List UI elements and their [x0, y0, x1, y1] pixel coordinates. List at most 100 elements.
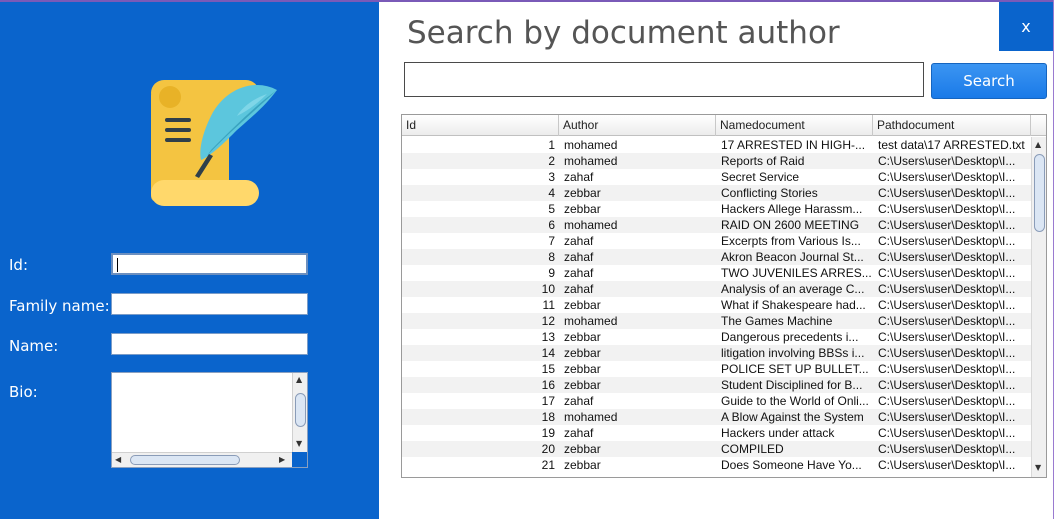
cell-id: 20 [541, 442, 555, 456]
cell-pathdocument: C:\Users\user\Desktop\I... [878, 362, 1016, 376]
close-button[interactable]: x [999, 2, 1053, 51]
cell-author: mohamed [564, 314, 618, 328]
table-scroll-down-arrow-icon[interactable]: ▼ [1035, 463, 1041, 473]
cell-id: 3 [548, 170, 555, 184]
table-row[interactable]: 7 zahaf Excerpts from Various Is... C:\User… [402, 233, 1031, 249]
family-name-field[interactable] [111, 293, 308, 315]
table-scroll-thumb[interactable] [1034, 154, 1045, 232]
table-row[interactable]: 16 zebbar Student Disciplined for B... C:\U… [402, 377, 1031, 393]
table-row[interactable]: 12 mohamed The Games Machine C:\Users\user\… [402, 313, 1031, 329]
search-button[interactable]: Search [931, 63, 1047, 99]
cell-pathdocument: C:\Users\user\Desktop\I... [878, 154, 1016, 168]
table-row[interactable]: 17 zahaf Guide to the World of Onli... C:\U… [402, 393, 1031, 409]
cell-namedocument: POLICE SET UP BULLET... [721, 362, 869, 376]
cell-pathdocument: C:\Users\user\Desktop\I... [878, 282, 1016, 296]
cell-pathdocument: C:\Users\user\Desktop\I... [878, 394, 1016, 408]
name-field[interactable] [111, 333, 308, 355]
table-row[interactable]: 20 zebbar COMPILED C:\Users\user\Desktop\I.… [402, 441, 1031, 457]
cell-author: zahaf [564, 250, 594, 264]
cell-author: zahaf [564, 426, 594, 440]
cell-id: 1 [548, 138, 555, 152]
table-row[interactable]: 1 mohamed 17 ARRESTED IN HIGH-... test data… [402, 137, 1031, 153]
cell-id: 18 [541, 410, 555, 424]
scroll-right-arrow-icon[interactable]: ▶ [279, 455, 285, 465]
table-row[interactable]: 11 zebbar What if Shakespeare had... C:\Use… [402, 297, 1031, 313]
column-header-id[interactable]: Id [402, 115, 559, 136]
bio-horizontal-scrollbar[interactable]: ◀ ▶ [112, 452, 293, 467]
cell-pathdocument: C:\Users\user\Desktop\I... [878, 234, 1016, 248]
cell-pathdocument: C:\Users\user\Desktop\I... [878, 458, 1016, 472]
scroll-down-arrow-icon[interactable]: ▼ [296, 439, 302, 449]
table-row[interactable]: 14 zebbar litigation involving BBSs i... C:… [402, 345, 1031, 361]
cell-namedocument: Student Disciplined for B... [721, 378, 863, 392]
cell-namedocument: Does Someone Have Yo... [721, 458, 862, 472]
table-row[interactable]: 5 zebbar Hackers Allege Harassm... C:\Users… [402, 201, 1031, 217]
table-row[interactable]: 21 zebbar Does Someone Have Yo... C:\Users\… [402, 457, 1031, 473]
table-row[interactable]: 8 zahaf Akron Beacon Journal St... C:\Users… [402, 249, 1031, 265]
table-row[interactable]: 2 mohamed Reports of Raid C:\Users\user\Des… [402, 153, 1031, 169]
cell-id: 7 [548, 234, 555, 248]
cell-namedocument: Conflicting Stories [721, 186, 818, 200]
cell-id: 14 [541, 346, 555, 360]
bio-textarea[interactable]: ▲ ▼ ◀ ▶ [111, 372, 308, 468]
cell-pathdocument: C:\Users\user\Desktop\I... [878, 202, 1016, 216]
cell-author: zebbar [564, 330, 601, 344]
table-vertical-scrollbar[interactable]: ▲ ▼ [1031, 137, 1046, 477]
cell-namedocument: RAID ON 2600 MEETING [721, 218, 860, 232]
table-row[interactable]: 15 zebbar POLICE SET UP BULLET... C:\Users\… [402, 361, 1031, 377]
cell-namedocument: Secret Service [721, 170, 800, 184]
bio-vertical-scrollbar[interactable]: ▲ ▼ [292, 373, 307, 453]
table-header: Id Author Namedocument Pathdocument [402, 115, 1046, 136]
cell-author: zahaf [564, 266, 594, 280]
table-row[interactable]: 9 zahaf TWO JUVENILES ARRES... C:\Users\use… [402, 265, 1031, 281]
id-label: Id: [9, 256, 28, 274]
cell-author: zebbar [564, 442, 601, 456]
cell-pathdocument: C:\Users\user\Desktop\I... [878, 378, 1016, 392]
cell-author: zebbar [564, 202, 601, 216]
bio-horizontal-scroll-thumb[interactable] [130, 455, 240, 465]
cell-namedocument: COMPILED [721, 442, 784, 456]
cell-namedocument: Excerpts from Various Is... [721, 234, 861, 248]
table-row[interactable]: 18 mohamed A Blow Against the System C:\Use… [402, 409, 1031, 425]
column-header-pathdocument[interactable]: Pathdocument [873, 115, 1031, 136]
cell-id: 9 [548, 266, 555, 280]
search-input[interactable] [404, 62, 924, 97]
cell-author: zebbar [564, 346, 601, 360]
cell-author: mohamed [564, 154, 618, 168]
cell-namedocument: litigation involving BBSs i... [721, 346, 865, 360]
table-row[interactable]: 4 zebbar Conflicting Stories C:\Users\user\… [402, 185, 1031, 201]
cell-pathdocument: C:\Users\user\Desktop\I... [878, 426, 1016, 440]
scroll-quill-logo-icon [151, 80, 277, 206]
table-row[interactable]: 3 zahaf Secret Service C:\Users\user\Deskto… [402, 169, 1031, 185]
cell-namedocument: TWO JUVENILES ARRES... [721, 266, 872, 280]
family-name-label: Family name: [9, 297, 110, 315]
cell-id: 15 [541, 362, 555, 376]
id-field[interactable] [111, 253, 308, 275]
cell-author: zebbar [564, 378, 601, 392]
cell-namedocument: Analysis of an average C... [721, 282, 865, 296]
table-row[interactable]: 13 zebbar Dangerous precedents i... C:\User… [402, 329, 1031, 345]
cell-namedocument: A Blow Against the System [721, 410, 864, 424]
cell-author: zebbar [564, 298, 601, 312]
cell-id: 2 [548, 154, 555, 168]
table-scroll-up-arrow-icon[interactable]: ▲ [1035, 140, 1041, 150]
cell-id: 12 [541, 314, 555, 328]
scroll-up-arrow-icon[interactable]: ▲ [296, 375, 302, 385]
column-header-namedocument[interactable]: Namedocument [716, 115, 873, 136]
cell-id: 5 [548, 202, 555, 216]
cell-id: 6 [548, 218, 555, 232]
cell-namedocument: The Games Machine [721, 314, 833, 328]
table-row[interactable]: 6 mohamed RAID ON 2600 MEETING C:\Users\use… [402, 217, 1031, 233]
cell-id: 17 [541, 394, 555, 408]
cell-pathdocument: C:\Users\user\Desktop\I... [878, 314, 1016, 328]
table-row[interactable]: 19 zahaf Hackers under attack C:\Users\user… [402, 425, 1031, 441]
scroll-left-arrow-icon[interactable]: ◀ [115, 455, 121, 465]
table-row[interactable]: 10 zahaf Analysis of an average C... C:\Use… [402, 281, 1031, 297]
cell-pathdocument: C:\Users\user\Desktop\I... [878, 442, 1016, 456]
cell-namedocument: Reports of Raid [721, 154, 805, 168]
name-label: Name: [9, 337, 59, 355]
table-body: 1 mohamed 17 ARRESTED IN HIGH-... test data… [402, 137, 1031, 477]
cell-pathdocument: C:\Users\user\Desktop\I... [878, 186, 1016, 200]
column-header-author[interactable]: Author [559, 115, 716, 136]
bio-vertical-scroll-thumb[interactable] [295, 393, 306, 427]
